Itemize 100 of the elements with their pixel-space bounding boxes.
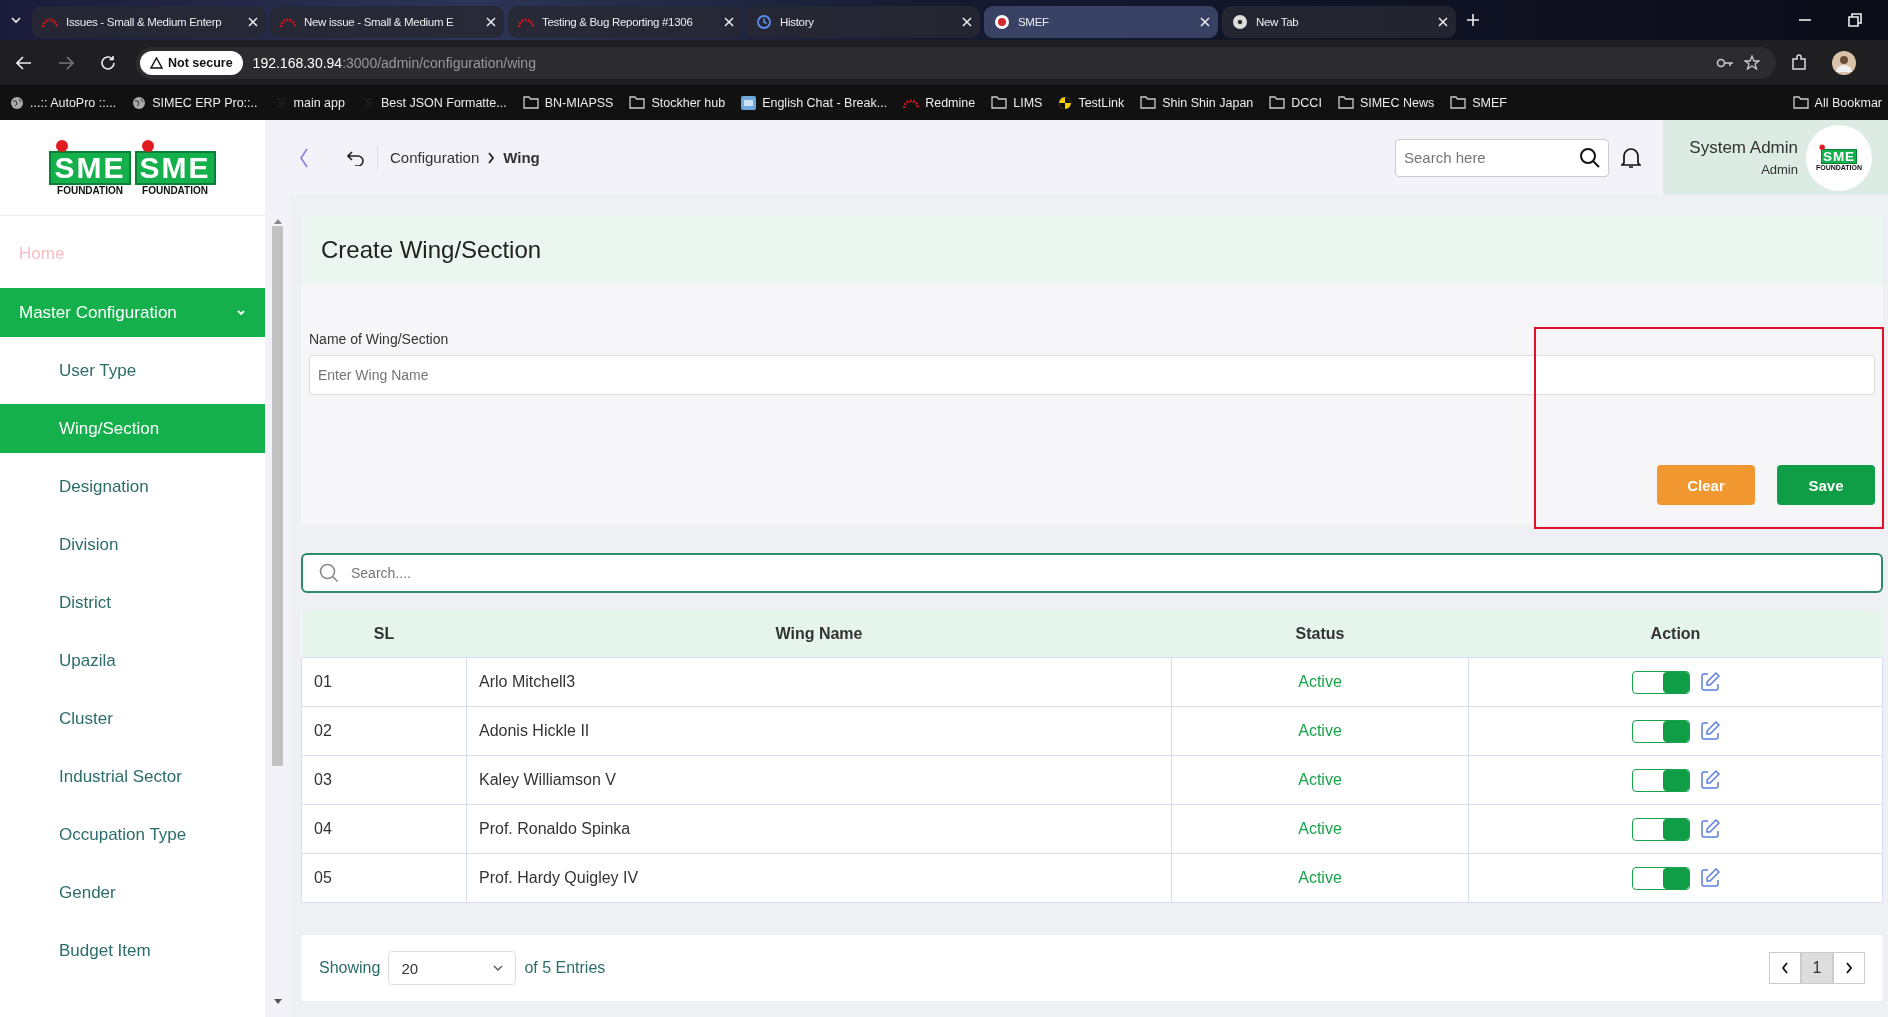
bookmark[interactable]: Redmine: [899, 95, 980, 110]
bookmark[interactable]: TestLink: [1054, 95, 1129, 110]
globe-icon: [132, 95, 147, 110]
menu-item[interactable]: Budget Item: [0, 926, 265, 975]
dot-icon: [1818, 143, 1825, 150]
edit-icon[interactable]: [1699, 770, 1720, 790]
avatar-icon[interactable]: [1832, 50, 1856, 75]
folder-icon: [629, 96, 646, 109]
toggle-switch[interactable]: [1631, 719, 1690, 743]
field-label: Name of Wing/Section: [309, 331, 450, 347]
menu-item[interactable]: District: [0, 578, 265, 627]
menu-item[interactable]: Industrial Sector: [0, 752, 265, 801]
chevron-icon: [1845, 962, 1853, 974]
bookmark[interactable]: Shin Shin Japan: [1136, 95, 1258, 110]
address-bar[interactable]: Not secure 192.168.30.94:3000/admin/configuration/wing: [136, 46, 1776, 79]
bookmark[interactable]: Best JSON Formatte...: [356, 95, 511, 110]
undo-icon[interactable]: [347, 149, 365, 166]
previous-page-button[interactable]: [1769, 952, 1801, 984]
table-cell: Prof. Ronaldo Spinka: [466, 804, 1172, 854]
collapse-icon[interactable]: [299, 147, 309, 168]
showing-label: Showing: [319, 959, 381, 977]
next-page-button[interactable]: [1833, 952, 1865, 984]
breadcrumb-item[interactable]: Configuration: [390, 149, 480, 166]
close-icon[interactable]: [724, 17, 734, 27]
entries-count: of 5 Entries: [524, 959, 606, 977]
bookmark[interactable]: main app: [269, 95, 349, 110]
browser-tab[interactable]: Testing & Bug Reporting #1306: [508, 6, 742, 38]
table-cell: 03: [301, 755, 467, 805]
column-header: SL: [373, 625, 395, 642]
search-field[interactable]: Search here: [1395, 138, 1609, 177]
scroll-down-icon[interactable]: [273, 999, 282, 1005]
bookmark[interactable]: SIMEC ERP Pro::..: [128, 95, 262, 110]
toggle-switch[interactable]: [1631, 670, 1690, 694]
key-icon[interactable]: [1716, 56, 1734, 69]
scrollbar-thumb[interactable]: [272, 226, 283, 766]
security-chip[interactable]: Not secure: [140, 50, 243, 75]
browser-tab[interactable]: SMEF: [984, 6, 1218, 38]
close-icon[interactable]: [248, 17, 258, 27]
menu-item[interactable]: Upazila: [0, 636, 265, 685]
toggle-switch[interactable]: [1631, 817, 1690, 841]
edit-icon[interactable]: [1699, 672, 1720, 692]
save-button[interactable]: Save: [1777, 465, 1875, 505]
puzzle-icon[interactable]: [1790, 53, 1808, 72]
menu-item[interactable]: User Type: [0, 346, 265, 395]
chevron-icon: [493, 965, 504, 971]
menu-item[interactable]: Designation: [0, 462, 265, 511]
bookmark[interactable]: SIMEC News: [1333, 95, 1439, 110]
arc-icon: [280, 16, 296, 28]
bookmark[interactable]: ...:: AutoPro ::...: [6, 95, 121, 110]
menu-item[interactable]: Division: [0, 520, 265, 569]
square-badge-icon: [741, 95, 757, 110]
dot-icon: [140, 139, 155, 153]
browser-tab[interactable]: Issues - Small & Medium Enterp: [32, 6, 266, 38]
bookmark[interactable]: Stockher hub: [625, 95, 730, 110]
close-icon[interactable]: [1438, 17, 1448, 27]
edit-icon[interactable]: [1699, 868, 1720, 888]
table-cell: 01: [301, 657, 467, 707]
edit-icon[interactable]: [1699, 819, 1720, 839]
logo: SME FOUNDATION: [134, 139, 216, 196]
page-button[interactable]: 1: [1801, 952, 1833, 984]
star-icon[interactable]: [1744, 54, 1760, 71]
menu-item[interactable]: Cluster: [0, 694, 265, 743]
table-cell: Kaley Williamson V: [466, 755, 1172, 805]
arc-icon: [42, 16, 58, 28]
chevron-icon: [1781, 962, 1789, 974]
browser-tab[interactable]: New Tab: [1222, 6, 1456, 38]
bookmark[interactable]: SMEF: [1446, 95, 1511, 110]
close-icon[interactable]: [962, 17, 972, 27]
bookmark[interactable]: LIMS: [987, 95, 1047, 110]
all-bookmarks-button[interactable]: All Bookmar: [1788, 95, 1882, 110]
url-text: 192.168.30.94:3000/admin/configuration/wing: [252, 54, 536, 71]
status-cell: Active: [1171, 706, 1469, 756]
plus-icon: [1466, 13, 1480, 27]
form-title: Create Wing/Section: [301, 215, 1883, 285]
page-size-select[interactable]: 20: [388, 951, 517, 985]
close-icon[interactable]: [486, 17, 496, 27]
search-field[interactable]: Search....: [301, 553, 1883, 593]
pinwheel-icon: [1058, 95, 1073, 110]
table-cell: Adonis Hickle II: [466, 706, 1172, 756]
bookmark[interactable]: BN-MIAPSS: [518, 95, 618, 110]
status-cell: Active: [1171, 755, 1469, 805]
browser-tab[interactable]: New issue - Small & Medium E: [270, 6, 504, 38]
toggle-switch[interactable]: [1631, 866, 1690, 890]
table-cell: 05: [301, 853, 467, 903]
edit-icon[interactable]: [1699, 721, 1720, 741]
bookmark[interactable]: DCCI: [1265, 95, 1326, 110]
table-cell: 04: [301, 804, 467, 854]
input-field[interactable]: Enter Wing Name: [309, 355, 1875, 395]
folder-icon: [1269, 96, 1286, 109]
browser-tab[interactable]: History: [746, 6, 980, 38]
back-arrow-icon: [16, 55, 32, 70]
menu-item[interactable]: Gender: [0, 868, 265, 917]
folder-icon: [1792, 96, 1809, 109]
close-icon[interactable]: [1200, 17, 1210, 27]
user-role: Admin: [1760, 162, 1798, 177]
bell-icon[interactable]: [1621, 146, 1641, 169]
menu-item[interactable]: Occupation Type: [0, 810, 265, 859]
toggle-switch[interactable]: [1631, 768, 1690, 792]
bookmark[interactable]: English Chat - Break...: [737, 95, 892, 110]
scroll-up-icon[interactable]: [273, 218, 282, 224]
